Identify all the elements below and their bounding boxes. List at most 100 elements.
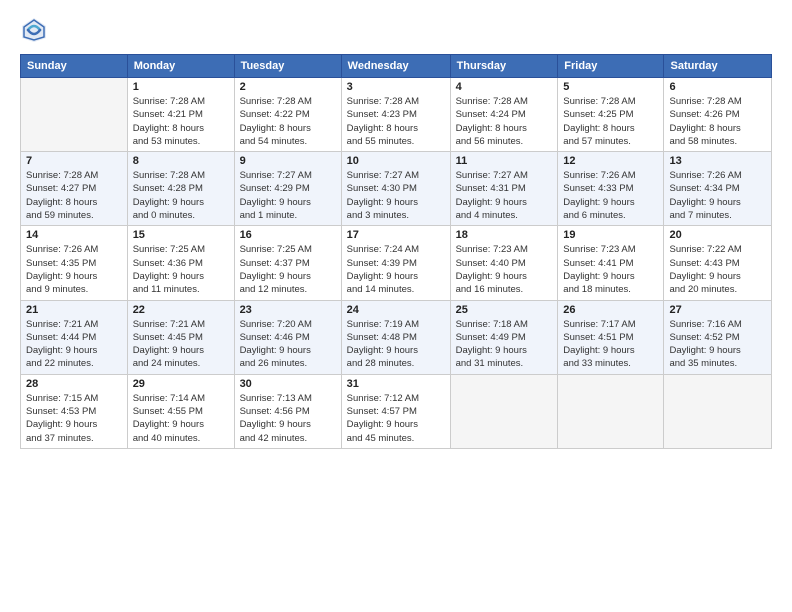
day-number: 30 — [240, 378, 336, 390]
day-info: Sunrise: 7:23 AMSunset: 4:41 PMDaylight:… — [563, 243, 658, 296]
calendar-cell: 30 Sunrise: 7:13 AMSunset: 4:56 PMDayligh… — [234, 374, 341, 448]
day-info: Sunrise: 7:17 AMSunset: 4:51 PMDaylight:… — [563, 318, 658, 371]
calendar-cell: 12 Sunrise: 7:26 AMSunset: 4:33 PMDayligh… — [558, 152, 664, 226]
day-number: 21 — [26, 304, 122, 316]
logo-icon — [20, 16, 48, 44]
calendar-cell: 16Sunrise: 7:25 AMSunset: 4:37 PMDayligh… — [234, 226, 341, 300]
day-header-saturday: Saturday — [664, 55, 772, 78]
day-info: Sunrise: 7:20 AMSunset: 4:46 PMDaylight:… — [240, 318, 336, 371]
calendar-cell: 14 Sunrise: 7:26 AMSunset: 4:35 PMDayligh… — [21, 226, 128, 300]
day-info: Sunrise: 7:28 AMSunset: 4:24 PMDaylight:… — [456, 95, 553, 148]
day-info: Sunrise: 7:18 AMSunset: 4:49 PMDaylight:… — [456, 318, 553, 371]
day-info: Sunrise: 7:27 AMSunset: 4:29 PMDaylight:… — [240, 169, 336, 222]
calendar-cell: 15Sunrise: 7:25 AMSunset: 4:36 PMDayligh… — [127, 226, 234, 300]
day-number: 17 — [347, 229, 445, 241]
day-number: 12 — [563, 155, 658, 167]
calendar-cell: 28 Sunrise: 7:15 AMSunset: 4:53 PMDayligh… — [21, 374, 128, 448]
calendar-week-row: 28 Sunrise: 7:15 AMSunset: 4:53 PMDayligh… — [21, 374, 772, 448]
calendar-cell: 7 Sunrise: 7:28 AMSunset: 4:27 PMDaylight… — [21, 152, 128, 226]
calendar-cell: 29Sunrise: 7:14 AMSunset: 4:55 PMDayligh… — [127, 374, 234, 448]
day-info: Sunrise: 7:24 AMSunset: 4:39 PMDaylight:… — [347, 243, 445, 296]
day-number: 1 — [133, 81, 229, 93]
day-info: Sunrise: 7:22 AMSunset: 4:43 PMDaylight:… — [669, 243, 766, 296]
calendar-cell: 19 Sunrise: 7:23 AMSunset: 4:41 PMDayligh… — [558, 226, 664, 300]
calendar-cell — [664, 374, 772, 448]
day-info: Sunrise: 7:21 AMSunset: 4:45 PMDaylight:… — [133, 318, 229, 371]
day-header-thursday: Thursday — [450, 55, 558, 78]
day-number: 10 — [347, 155, 445, 167]
calendar-cell: 10Sunrise: 7:27 AMSunset: 4:30 PMDayligh… — [341, 152, 450, 226]
day-number: 22 — [133, 304, 229, 316]
calendar-cell: 27Sunrise: 7:16 AMSunset: 4:52 PMDayligh… — [664, 300, 772, 374]
calendar-week-row: 7 Sunrise: 7:28 AMSunset: 4:27 PMDaylight… — [21, 152, 772, 226]
day-info: Sunrise: 7:28 AMSunset: 4:25 PMDaylight:… — [563, 95, 658, 148]
day-number: 28 — [26, 378, 122, 390]
day-number: 23 — [240, 304, 336, 316]
logo — [20, 16, 52, 44]
calendar-cell: 17 Sunrise: 7:24 AMSunset: 4:39 PMDayligh… — [341, 226, 450, 300]
calendar-cell: 26 Sunrise: 7:17 AMSunset: 4:51 PMDayligh… — [558, 300, 664, 374]
calendar-cell: 25Sunrise: 7:18 AMSunset: 4:49 PMDayligh… — [450, 300, 558, 374]
calendar-cell: 31 Sunrise: 7:12 AMSunset: 4:57 PMDayligh… — [341, 374, 450, 448]
day-info: Sunrise: 7:28 AMSunset: 4:21 PMDaylight:… — [133, 95, 229, 148]
day-number: 4 — [456, 81, 553, 93]
calendar-cell: 1 Sunrise: 7:28 AMSunset: 4:21 PMDaylight… — [127, 78, 234, 152]
day-header-friday: Friday — [558, 55, 664, 78]
day-info: Sunrise: 7:12 AMSunset: 4:57 PMDaylight:… — [347, 392, 445, 445]
calendar-cell: 18 Sunrise: 7:23 AMSunset: 4:40 PMDayligh… — [450, 226, 558, 300]
day-number: 24 — [347, 304, 445, 316]
calendar-cell: 5 Sunrise: 7:28 AMSunset: 4:25 PMDaylight… — [558, 78, 664, 152]
calendar-cell — [21, 78, 128, 152]
day-number: 31 — [347, 378, 445, 390]
day-number: 18 — [456, 229, 553, 241]
day-info: Sunrise: 7:28 AMSunset: 4:27 PMDaylight:… — [26, 169, 122, 222]
day-info: Sunrise: 7:28 AMSunset: 4:26 PMDaylight:… — [669, 95, 766, 148]
calendar-header-row: SundayMondayTuesdayWednesdayThursdayFrid… — [21, 55, 772, 78]
day-number: 29 — [133, 378, 229, 390]
day-info: Sunrise: 7:27 AMSunset: 4:31 PMDaylight:… — [456, 169, 553, 222]
day-number: 6 — [669, 81, 766, 93]
day-number: 20 — [669, 229, 766, 241]
day-info: Sunrise: 7:13 AMSunset: 4:56 PMDaylight:… — [240, 392, 336, 445]
calendar-cell: 21 Sunrise: 7:21 AMSunset: 4:44 PMDayligh… — [21, 300, 128, 374]
day-number: 7 — [26, 155, 122, 167]
day-header-tuesday: Tuesday — [234, 55, 341, 78]
calendar-cell: 4 Sunrise: 7:28 AMSunset: 4:24 PMDaylight… — [450, 78, 558, 152]
calendar-week-row: 1 Sunrise: 7:28 AMSunset: 4:21 PMDaylight… — [21, 78, 772, 152]
calendar-cell: 23 Sunrise: 7:20 AMSunset: 4:46 PMDayligh… — [234, 300, 341, 374]
day-info: Sunrise: 7:25 AMSunset: 4:36 PMDaylight:… — [133, 243, 229, 296]
calendar-cell: 3Sunrise: 7:28 AMSunset: 4:23 PMDaylight… — [341, 78, 450, 152]
day-info: Sunrise: 7:23 AMSunset: 4:40 PMDaylight:… — [456, 243, 553, 296]
day-number: 8 — [133, 155, 229, 167]
day-header-wednesday: Wednesday — [341, 55, 450, 78]
calendar-cell: 8 Sunrise: 7:28 AMSunset: 4:28 PMDaylight… — [127, 152, 234, 226]
day-header-sunday: Sunday — [21, 55, 128, 78]
day-number: 2 — [240, 81, 336, 93]
day-number: 13 — [669, 155, 766, 167]
calendar-table: SundayMondayTuesdayWednesdayThursdayFrid… — [20, 54, 772, 449]
day-header-monday: Monday — [127, 55, 234, 78]
calendar-cell — [450, 374, 558, 448]
day-info: Sunrise: 7:15 AMSunset: 4:53 PMDaylight:… — [26, 392, 122, 445]
calendar-week-row: 21 Sunrise: 7:21 AMSunset: 4:44 PMDayligh… — [21, 300, 772, 374]
day-info: Sunrise: 7:26 AMSunset: 4:33 PMDaylight:… — [563, 169, 658, 222]
day-number: 19 — [563, 229, 658, 241]
calendar-cell: 20 Sunrise: 7:22 AMSunset: 4:43 PMDayligh… — [664, 226, 772, 300]
day-number: 14 — [26, 229, 122, 241]
day-info: Sunrise: 7:16 AMSunset: 4:52 PMDaylight:… — [669, 318, 766, 371]
day-info: Sunrise: 7:26 AMSunset: 4:34 PMDaylight:… — [669, 169, 766, 222]
calendar-cell: 2Sunrise: 7:28 AMSunset: 4:22 PMDaylight… — [234, 78, 341, 152]
calendar-cell — [558, 374, 664, 448]
day-info: Sunrise: 7:21 AMSunset: 4:44 PMDaylight:… — [26, 318, 122, 371]
calendar-cell: 6 Sunrise: 7:28 AMSunset: 4:26 PMDaylight… — [664, 78, 772, 152]
day-number: 16 — [240, 229, 336, 241]
calendar-cell: 22 Sunrise: 7:21 AMSunset: 4:45 PMDayligh… — [127, 300, 234, 374]
day-number: 5 — [563, 81, 658, 93]
header — [20, 16, 772, 44]
page: SundayMondayTuesdayWednesdayThursdayFrid… — [0, 0, 792, 459]
day-number: 9 — [240, 155, 336, 167]
day-info: Sunrise: 7:26 AMSunset: 4:35 PMDaylight:… — [26, 243, 122, 296]
day-number: 26 — [563, 304, 658, 316]
day-info: Sunrise: 7:28 AMSunset: 4:28 PMDaylight:… — [133, 169, 229, 222]
calendar-cell: 13 Sunrise: 7:26 AMSunset: 4:34 PMDayligh… — [664, 152, 772, 226]
